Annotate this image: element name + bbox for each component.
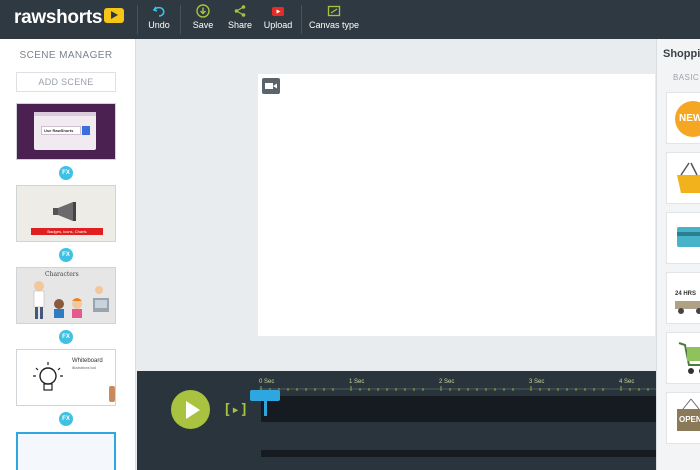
asset-library-panel: Shoppi BASIC NEW xyxy=(656,39,700,470)
megaphone-icon xyxy=(53,202,76,221)
undo-icon xyxy=(152,6,165,17)
scene-4-subtext: illustrations tool xyxy=(72,366,97,370)
toolbar-divider xyxy=(180,5,181,34)
rawshorts-logo[interactable]: rawshorts xyxy=(14,6,125,30)
scene-thumbnail-4[interactable]: Whiteboard illustrations tool xyxy=(16,349,116,406)
scene-3-text: Characters xyxy=(45,271,79,278)
scene-manager-title: SCENE MANAGER xyxy=(19,50,113,61)
fx-button[interactable]: FX xyxy=(59,330,73,344)
scene-thumbnail-3[interactable]: Characters xyxy=(16,267,116,324)
share-label: Share xyxy=(227,20,253,30)
upload-button[interactable]: Upload xyxy=(262,4,294,36)
add-scene-button[interactable]: ADD SCENE xyxy=(16,72,116,92)
new-badge-text: NEW xyxy=(679,113,700,124)
play-button[interactable] xyxy=(171,390,210,429)
timeline-panel: [▸] 0 Sec 1 Sec 2 Sec 3 Sec 4 Sec xyxy=(137,371,656,470)
tick-label: 1 Sec xyxy=(349,379,365,385)
scene-1-text: Use RawShorts xyxy=(41,126,81,135)
timeline-track[interactable] xyxy=(261,396,656,422)
asset-subcategory-label: BASIC xyxy=(673,73,700,82)
asset-category-title: Shoppi xyxy=(663,48,700,60)
canvas-type-button[interactable]: Canvas type xyxy=(308,4,360,36)
share-icon xyxy=(234,5,246,17)
scene-thumbnail-1[interactable]: Use RawShorts xyxy=(16,103,116,160)
fx-button[interactable]: FX xyxy=(59,248,73,262)
tick-label: 0 Sec xyxy=(259,379,275,385)
youtube-upload-icon xyxy=(272,7,284,16)
toolbar-divider xyxy=(137,5,138,34)
asset-delivery-truck[interactable]: 24 HRS xyxy=(666,272,700,324)
asset-shopping-basket[interactable] xyxy=(666,152,700,204)
logo-play-icon xyxy=(104,7,125,23)
truck-text: 24 HRS xyxy=(675,291,697,297)
scene-thumbnail-5-selected[interactable] xyxy=(16,432,116,470)
browser-mockup: Use RawShorts xyxy=(34,112,96,150)
shopping-basket-icon xyxy=(677,162,700,193)
video-camera-icon[interactable] xyxy=(262,78,280,94)
undo-button[interactable]: Undo xyxy=(146,4,172,36)
scene-thumbnail-2[interactable]: Badges, icons, Charts xyxy=(16,185,116,242)
scene-canvas[interactable] xyxy=(258,74,655,336)
open-sign-text: OPEN xyxy=(679,415,700,424)
save-button[interactable]: Save xyxy=(190,4,216,36)
fx-button[interactable]: FX xyxy=(59,412,73,426)
tick-label: 4 Sec xyxy=(619,379,635,385)
upload-label: Upload xyxy=(263,20,293,30)
asset-shopping-cart[interactable] xyxy=(666,332,700,384)
canvas-type-label: Canvas type xyxy=(308,20,360,30)
logo-text: rawshorts xyxy=(14,7,103,28)
scene-2-text: Badges, icons, Charts xyxy=(31,228,103,235)
editing-stage xyxy=(137,39,656,371)
scene-manager-panel: SCENE MANAGER ADD SCENE Use RawShorts FX… xyxy=(0,39,136,470)
credit-card-icon xyxy=(677,227,700,247)
characters-illustration xyxy=(33,281,109,319)
fx-button[interactable]: FX xyxy=(59,166,73,180)
scene-4-text: Whiteboard xyxy=(72,358,103,364)
lightbulb-icon xyxy=(33,362,63,391)
play-scene-button[interactable]: [▸] xyxy=(223,402,248,418)
asset-open-sign[interactable]: OPEN xyxy=(666,392,700,444)
asset-credit-card[interactable] xyxy=(666,212,700,264)
top-toolbar: rawshorts Undo Save Share Upload Canvas … xyxy=(0,0,700,39)
save-icon xyxy=(196,4,210,18)
canvas-type-icon xyxy=(327,5,341,17)
hand-drawing xyxy=(109,386,115,402)
save-label: Save xyxy=(192,20,214,30)
delivery-truck-icon xyxy=(675,301,700,314)
toolbar-divider xyxy=(301,5,302,34)
playhead-line[interactable] xyxy=(264,400,267,416)
undo-label: Undo xyxy=(148,20,170,30)
tick-label: 3 Sec xyxy=(529,379,545,385)
asset-new-badge[interactable]: NEW xyxy=(666,92,700,144)
share-button[interactable]: Share xyxy=(226,4,254,36)
time-ruler: 0 Sec 1 Sec 2 Sec 3 Sec 4 Sec xyxy=(251,373,656,393)
rawshorts-editor: rawshorts Undo Save Share Upload Canvas … xyxy=(0,0,700,470)
audio-track[interactable] xyxy=(261,450,656,457)
search-icon xyxy=(82,126,90,135)
tick-label: 2 Sec xyxy=(439,379,455,385)
shopping-cart-icon xyxy=(678,342,700,374)
